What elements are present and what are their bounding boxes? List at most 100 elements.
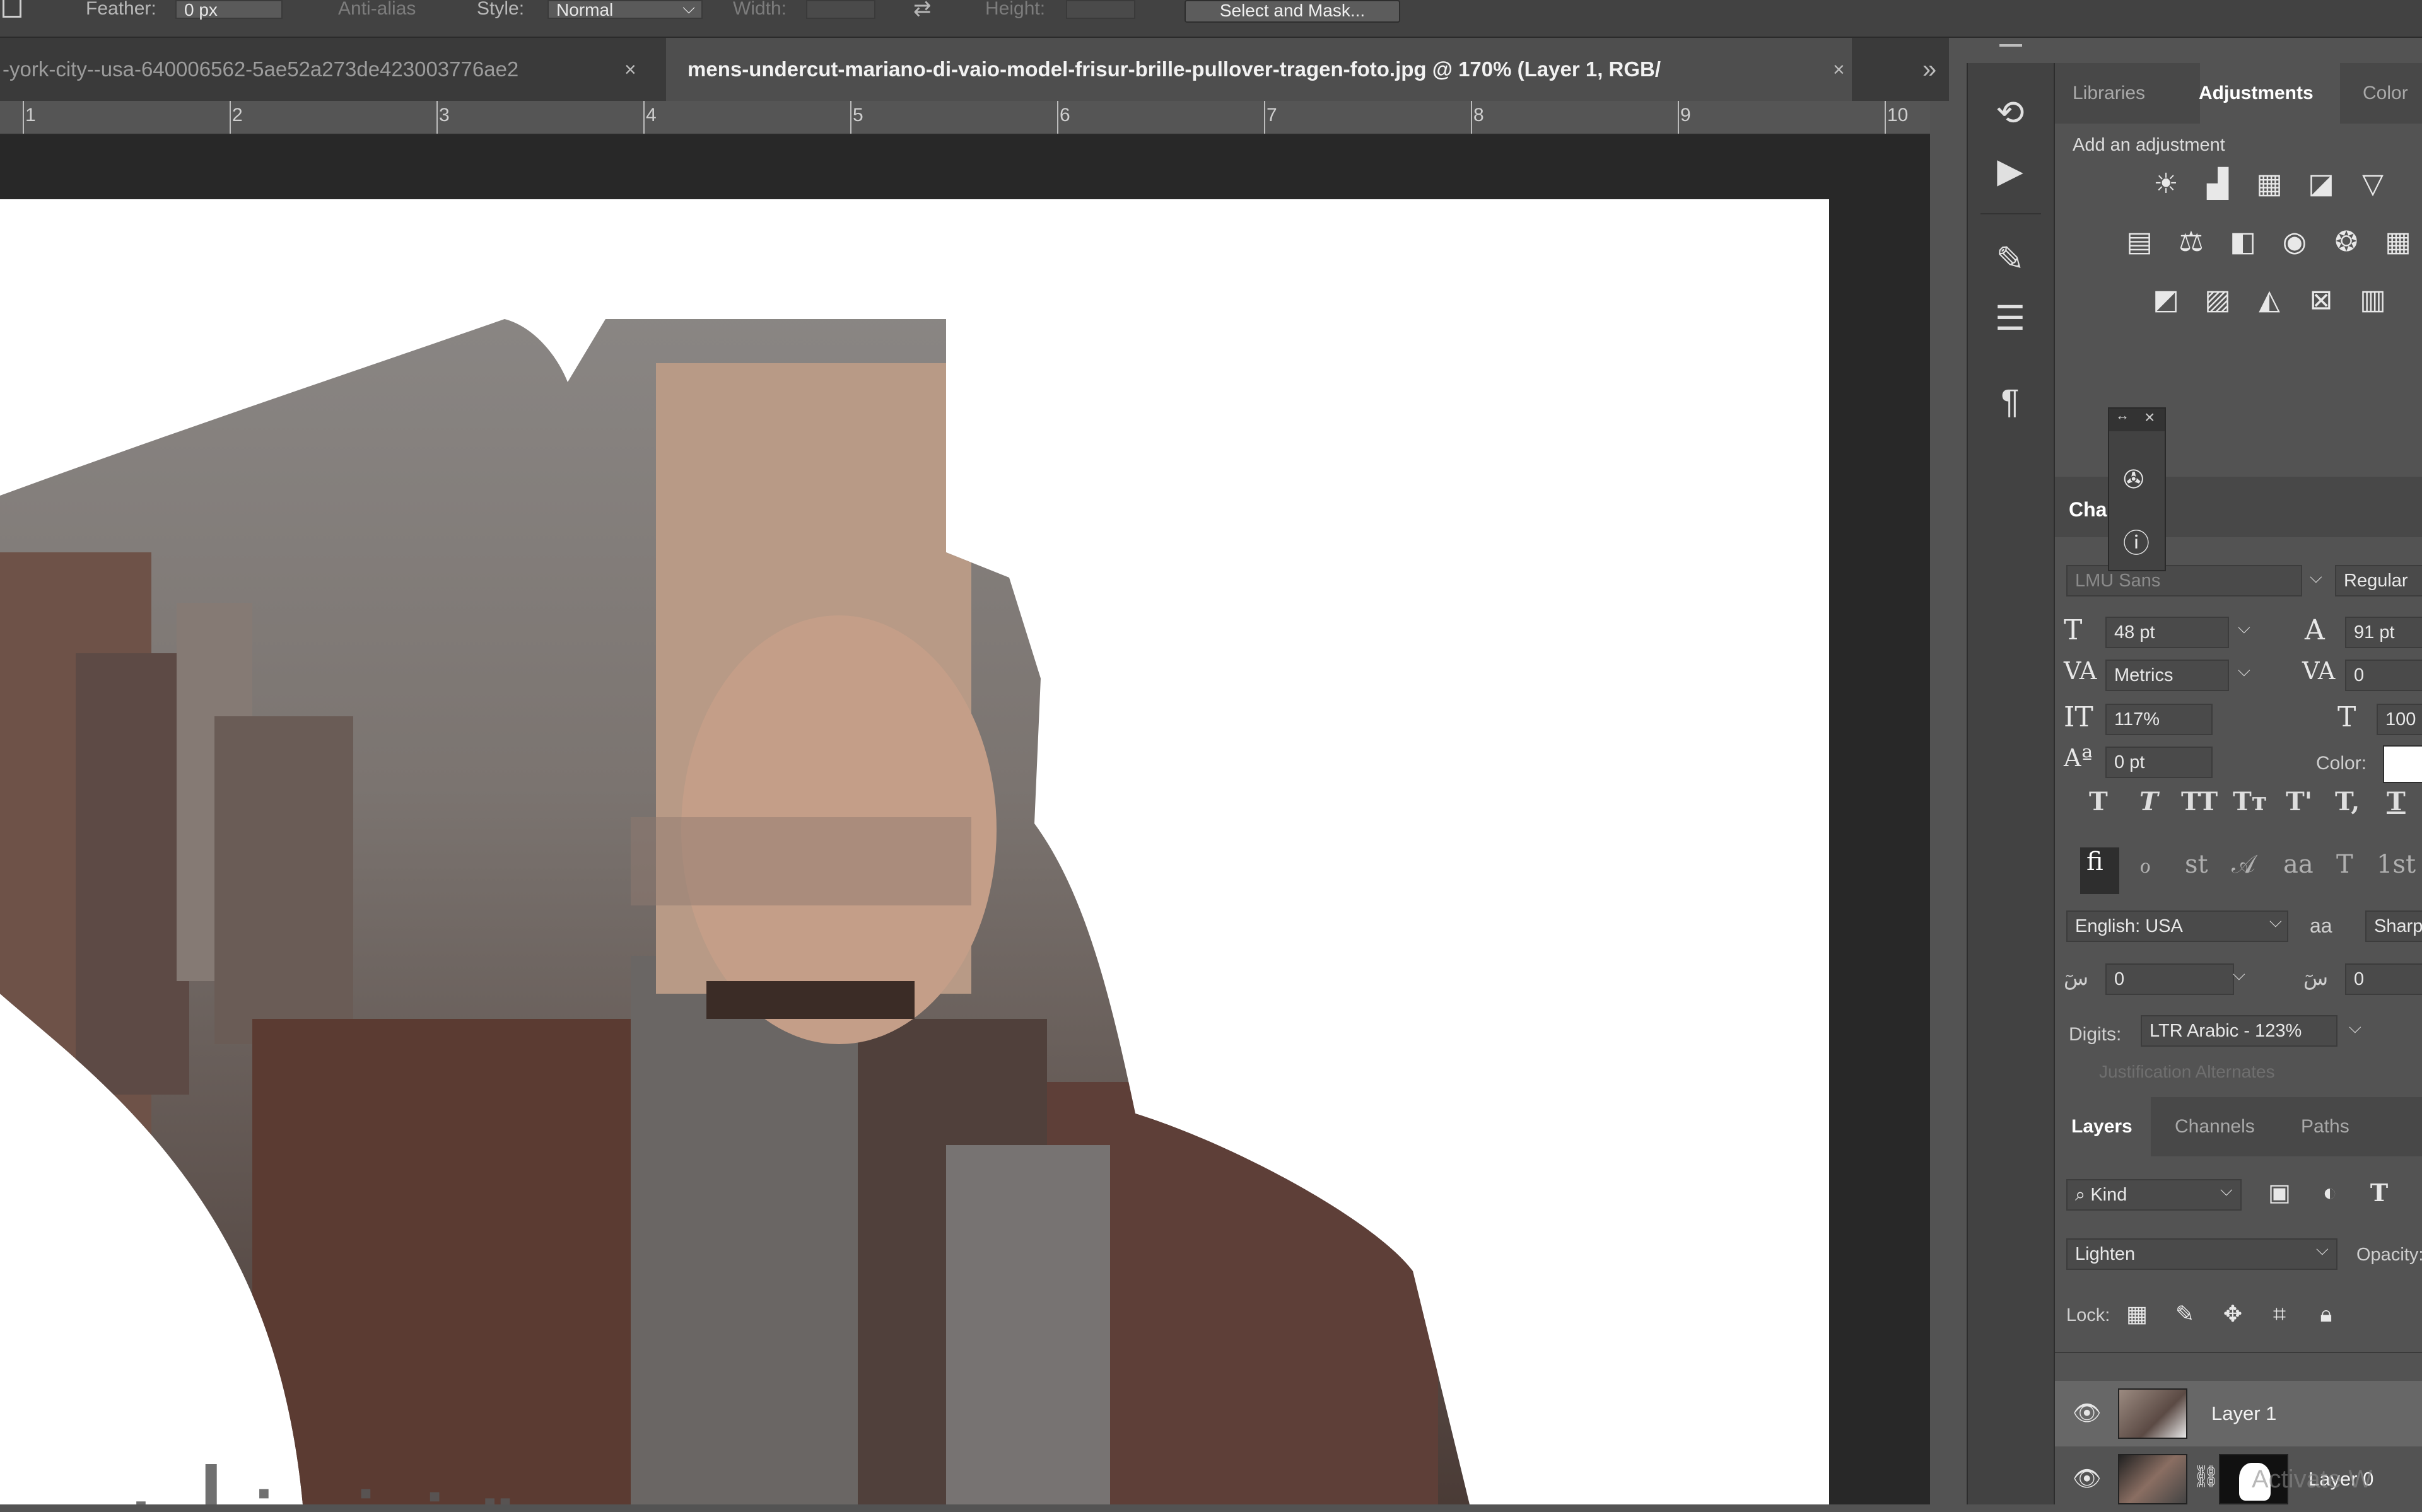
faux-italic-button[interactable]: T (2139, 787, 2158, 817)
paragraph-icon[interactable]: ¶ (1989, 381, 2031, 422)
lock-artboard-icon[interactable]: ⌗ (2263, 1298, 2296, 1330)
all-caps-button[interactable]: TT (2181, 787, 2218, 817)
baseline-shift-input[interactable]: 0 pt (2105, 747, 2213, 778)
chevron-down-icon: ⌵ (2310, 567, 2322, 586)
color-lookup-icon[interactable]: ▦ (2382, 226, 2414, 259)
digits-select[interactable]: LTR Arabic - 123% (2141, 1015, 2337, 1047)
small-caps-button[interactable]: Tт (2233, 787, 2267, 817)
collapse-handle[interactable] (1999, 44, 2022, 47)
contextual-alternates-button[interactable]: ℴ (2139, 850, 2151, 879)
invert-icon[interactable]: ◩ (2150, 284, 2182, 317)
black-white-icon[interactable]: ◧ (2226, 226, 2259, 259)
tab-adjustments[interactable]: Adjustments (2199, 63, 2314, 124)
kashida-input-2[interactable]: 0 (2345, 963, 2422, 995)
select-and-mask-button[interactable]: Select and Mask... (1185, 0, 1400, 23)
tab-new-york-city-image[interactable]: -york-city--usa-640006562-5ae52a273de423… (0, 38, 641, 101)
subscript-button[interactable]: T, (2335, 787, 2360, 817)
font-size-input[interactable]: 48 pt (2105, 617, 2229, 648)
tab-mens-undercut-image[interactable]: mens-undercut-mariano-di-vaio-model-fris… (666, 38, 1852, 101)
kerning-select[interactable]: Metrics (2105, 660, 2229, 691)
leading-input[interactable]: 91 pt (2345, 617, 2422, 648)
ordinals-button[interactable]: 1st (2377, 850, 2416, 879)
stylistic-alternates-button[interactable]: aa (2283, 850, 2314, 879)
style-select[interactable]: Normal ⌵ (547, 0, 703, 19)
link-icon: ⛓ (2192, 1465, 2220, 1489)
width-label: Width: (733, 0, 787, 19)
kashida-input-1[interactable]: 0 (2105, 963, 2234, 995)
leading-icon: A (2305, 614, 2325, 646)
tab-paths[interactable]: Paths (2301, 1097, 2349, 1158)
language-select[interactable]: English: USA (2066, 910, 2288, 942)
type-layer-filter-icon[interactable]: T (2363, 1177, 2396, 1209)
color-balance-icon[interactable]: ⚖ (2175, 226, 2208, 259)
swap-dimensions-icon[interactable]: ⇄ (913, 0, 932, 21)
tab-layers[interactable]: Layers (2071, 1097, 2132, 1158)
curves-icon[interactable]: ▦ (2253, 168, 2286, 201)
pixel-layer-filter-icon[interactable]: ▣ (2263, 1177, 2296, 1209)
font-family-select[interactable]: LMU Sans (2066, 565, 2302, 596)
height-input[interactable] (1066, 0, 1135, 19)
gradient-map-icon[interactable]: ▥ (2356, 284, 2389, 317)
levels-icon[interactable]: ▟ (2201, 168, 2234, 201)
threshold-icon[interactable]: ◭ (2253, 284, 2286, 317)
photo-filter-icon[interactable]: ◉ (2278, 226, 2311, 259)
properties-sliders-icon[interactable]: ☰ (1989, 298, 2031, 339)
blend-mode-select[interactable]: Lighten (2066, 1238, 2337, 1270)
layer-row-layer-1[interactable]: 👁︎ Layer 1 (2055, 1381, 2422, 1446)
tab-label: mens-undercut-mariano-di-vaio-model-fris… (687, 57, 1661, 81)
underline-button[interactable]: T (2387, 787, 2406, 817)
info-icon[interactable]: ⓘ (2123, 522, 2150, 561)
titling-alternates-button[interactable]: T (2336, 850, 2353, 879)
discretionary-ligatures-button[interactable]: st (2185, 850, 2208, 879)
channel-mixer-icon[interactable]: ❂ (2330, 226, 2363, 259)
vertical-scale-input[interactable]: 117% (2105, 704, 2213, 735)
hue-saturation-icon[interactable]: ▤ (2123, 226, 2156, 259)
character-tab[interactable]: Cha (2069, 498, 2107, 521)
tab-channels[interactable]: Channels (2175, 1097, 2255, 1158)
tab-color[interactable]: Color (2363, 63, 2408, 124)
visibility-eye-icon[interactable]: 👁︎ (2073, 1465, 2102, 1492)
history-icon[interactable]: ⟲ (1989, 92, 2031, 134)
close-icon[interactable]: × (624, 38, 636, 101)
lock-all-icon[interactable]: 🔒︎ (2310, 1298, 2343, 1330)
font-style-select[interactable]: Regular (2335, 565, 2422, 596)
standard-ligatures-button[interactable]: ﬁ (2086, 847, 2103, 876)
width-input[interactable] (806, 0, 875, 19)
layer-filter-select[interactable]: ⌕ Kind (2066, 1179, 2242, 1211)
layer-name[interactable]: Layer 1 (2211, 1381, 2276, 1446)
close-icon[interactable]: × (2144, 407, 2155, 427)
glyphs-icon[interactable]: ✇ (2123, 465, 2144, 494)
lock-position-icon[interactable]: ✥ (2216, 1298, 2249, 1330)
text-color-swatch[interactable] (2383, 745, 2422, 783)
actions-play-icon[interactable]: ▶ (1989, 150, 2031, 192)
anti-alias-select[interactable]: Sharp (2365, 910, 2422, 942)
lock-image-pixels-icon[interactable]: ✎ (2168, 1298, 2201, 1330)
horizontal-scale-input[interactable]: 100 (2377, 704, 2422, 735)
tab-libraries[interactable]: Libraries (2073, 63, 2145, 124)
tab-overflow-icon[interactable]: » (1922, 38, 1936, 101)
document-canvas[interactable]: تخفیفان (0, 199, 1829, 1504)
brightness-contrast-icon[interactable]: ☀ (2150, 168, 2182, 201)
justification-alternates-label[interactable]: Justification Alternates (2099, 1062, 2275, 1082)
vibrance-triangle-icon[interactable]: ▽ (2356, 168, 2389, 201)
layer-thumbnail (2118, 1454, 2187, 1504)
adjustment-layer-filter-icon[interactable]: ◐ (2314, 1177, 2346, 1209)
expand-icon[interactable]: ↔ (2115, 407, 2129, 424)
posterize-icon[interactable]: ▨ (2201, 284, 2234, 317)
superscript-button[interactable]: T' (2286, 787, 2312, 817)
close-icon[interactable]: × (1833, 38, 1845, 101)
tracking-input[interactable]: 0 (2345, 660, 2422, 691)
selective-color-icon[interactable]: ⊠ (2305, 284, 2337, 317)
visibility-eye-icon[interactable]: 👁︎ (2073, 1400, 2102, 1426)
lock-transparent-pixels-icon[interactable]: ▦ (2121, 1298, 2153, 1330)
anti-alias-checkbox[interactable]: Anti-alias (338, 0, 416, 18)
chevron-down-icon: ⌵ (2220, 1180, 2233, 1199)
faux-bold-button[interactable]: T (2089, 787, 2108, 817)
brush-settings-icon[interactable]: ✎ (1989, 238, 2031, 280)
exposure-icon[interactable]: ◪ (2305, 168, 2337, 201)
swash-button[interactable]: 𝒜 (2232, 850, 2255, 879)
feather-input[interactable]: 0 px (175, 0, 283, 19)
ruler-tick (230, 101, 231, 134)
marquee-tool-icon[interactable] (3, 0, 21, 18)
canvas-area[interactable]: تخفیفان (0, 135, 1930, 1504)
